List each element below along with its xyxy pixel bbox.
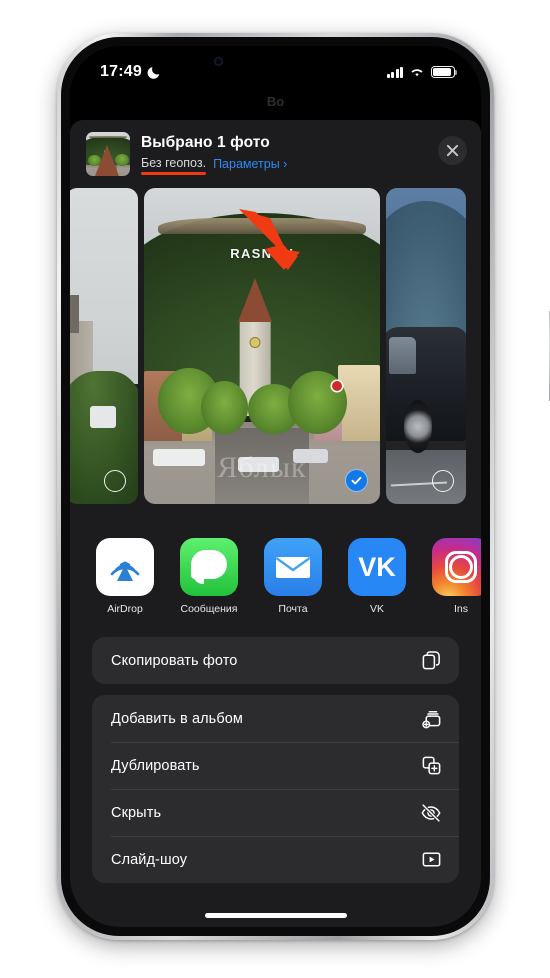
phone-frame: Во 17:49 Выбрано 1 фото Без геопоз. Пара…	[57, 33, 550, 940]
phone-bezel: Во 17:49 Выбрано 1 фото Без геопоз. Пара…	[61, 37, 490, 936]
instagram-icon	[432, 538, 481, 596]
eye-slash-icon	[420, 802, 442, 824]
airdrop-icon	[96, 538, 154, 596]
action-group-main: Добавить в альбом Дублировать Скрыть Сла…	[92, 695, 459, 883]
share-app-label: AirDrop	[107, 603, 143, 615]
share-app-label: Сообщения	[180, 603, 238, 615]
status-bar-left: 17:49	[100, 63, 161, 81]
share-sheet-title: Выбрано 1 фото	[141, 134, 270, 151]
share-actions: Скопировать фото Добавить в альбом Дубли…	[70, 637, 481, 883]
add-to-album-icon	[420, 708, 442, 730]
battery-icon	[431, 66, 458, 78]
share-app-row[interactable]: AirDrop Сообщения Почта VK VK Ins	[70, 512, 481, 637]
annotation-underline	[141, 172, 207, 175]
geolocation-status-label: Без геопоз.	[141, 156, 207, 170]
backdrop-title: Во	[266, 94, 285, 109]
share-sheet-subtitle: Без геопоз. Параметры ›	[141, 155, 467, 175]
photo-select-ring[interactable]	[104, 470, 126, 492]
share-app-airdrop[interactable]: AirDrop	[94, 538, 156, 615]
copy-icon	[420, 650, 442, 672]
selected-photo-thumbnail[interactable]	[86, 132, 130, 176]
photo-rasnov[interactable]: RASNOV Яблык	[144, 188, 380, 504]
photo-previous[interactable]	[70, 188, 138, 504]
checkmark-icon	[351, 476, 362, 485]
action-slideshow[interactable]: Слайд-шоу	[92, 836, 459, 883]
share-app-instagram[interactable]: Ins	[430, 538, 481, 615]
photo-next[interactable]	[386, 188, 466, 504]
close-glyph	[446, 144, 459, 157]
action-hide[interactable]: Скрыть	[92, 789, 459, 836]
action-add-to-album[interactable]: Добавить в альбом	[92, 695, 459, 742]
photo-selected-check[interactable]	[345, 469, 368, 492]
mail-icon	[264, 538, 322, 596]
vk-glyph: VK	[358, 551, 396, 582]
action-copy-photo[interactable]: Скопировать фото	[92, 637, 459, 684]
front-camera-icon	[213, 57, 223, 66]
notch	[191, 46, 360, 77]
share-sheet-header: Выбрано 1 фото Без геопоз. Параметры ›	[70, 120, 481, 188]
rasnov-hillside-letters: RASNOV	[230, 246, 294, 262]
cellular-signal-icon	[386, 66, 403, 78]
eye-slash-glyph	[421, 802, 441, 823]
envelope-glyph	[275, 557, 311, 578]
vk-icon: VK	[348, 538, 406, 596]
duplicate-glyph	[422, 756, 440, 775]
phone-screen: Во 17:49 Выбрано 1 фото Без геопоз. Пара…	[70, 46, 481, 927]
airdrop-glyph	[110, 561, 140, 581]
photo-select-ring[interactable]	[432, 470, 454, 492]
action-group-copy: Скопировать фото	[92, 637, 459, 684]
action-label: Дублировать	[111, 757, 200, 774]
moon-icon	[147, 67, 160, 79]
duplicate-icon	[420, 755, 442, 777]
share-app-messages[interactable]: Сообщения	[178, 538, 240, 615]
action-label: Слайд-шоу	[111, 851, 188, 868]
share-sheet: Выбрано 1 фото Без геопоз. Параметры › R…	[70, 120, 481, 927]
action-duplicate[interactable]: Дублировать	[92, 742, 459, 789]
share-app-label: Почта	[278, 603, 308, 615]
share-app-label: VK	[369, 603, 384, 615]
close-icon[interactable]	[438, 136, 467, 165]
messages-icon	[180, 538, 238, 596]
home-indicator[interactable]	[204, 913, 347, 918]
wifi-icon	[411, 69, 423, 77]
status-time: 17:49	[100, 63, 142, 80]
share-app-label: Ins	[453, 603, 468, 615]
share-app-vk[interactable]: VK VK	[346, 538, 408, 615]
status-bar-right	[386, 66, 458, 78]
action-label: Скрыть	[111, 804, 162, 821]
share-sheet-header-texts: Выбрано 1 фото Без геопоз. Параметры ›	[141, 132, 467, 175]
copy-glyph	[422, 651, 440, 670]
options-link[interactable]: Параметры ›	[213, 156, 287, 172]
photo-strip[interactable]: RASNOV Яблык	[70, 188, 481, 512]
slideshow-play-icon	[420, 849, 442, 871]
share-app-mail[interactable]: Почта	[262, 538, 324, 615]
action-label: Добавить в альбом	[111, 710, 243, 727]
slideshow-play-glyph	[422, 852, 440, 867]
add-to-album-glyph	[421, 710, 440, 729]
action-label: Скопировать фото	[111, 652, 238, 669]
geolocation-status: Без геопоз.	[141, 155, 207, 175]
